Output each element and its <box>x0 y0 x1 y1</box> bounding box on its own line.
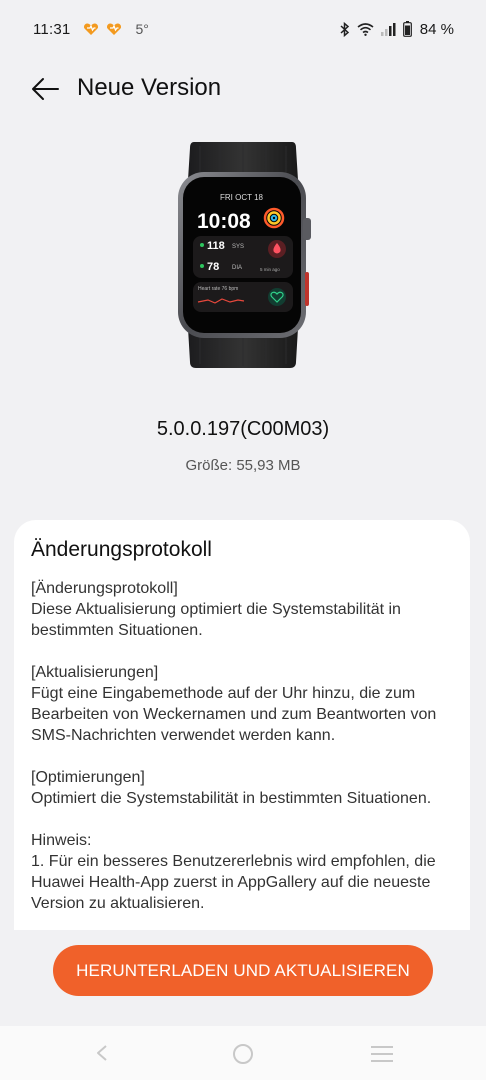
download-size: Größe: 55,93 MB <box>185 457 301 474</box>
nav-menu-icon[interactable] <box>370 1045 394 1063</box>
app-notification-icon <box>107 23 122 35</box>
app-notification-icon <box>84 23 99 35</box>
changelog-section: [Aktualisierungen] Fügt eine Eingabemeth… <box>31 664 437 744</box>
nav-back-icon[interactable] <box>93 1044 111 1062</box>
version-number: 5.0.0.197(C00M03) <box>156 418 330 440</box>
watch-sys-unit: SYS <box>232 244 244 250</box>
battery-percentage: 84 % <box>419 20 454 38</box>
status-time: 11:31 <box>33 20 71 38</box>
changelog-body: [Änderungsprotokoll] Diese Aktualisierun… <box>31 578 459 930</box>
app-header: Neue Version <box>0 64 486 114</box>
changelog-title: Änderungsprotokoll <box>31 538 212 561</box>
watch-ago: 5 min ago <box>260 267 280 272</box>
download-update-button[interactable]: HERUNTERLADEN UND AKTUALISIEREN <box>53 945 433 996</box>
wifi-icon <box>357 23 374 36</box>
battery-icon <box>402 21 412 37</box>
bluetooth-icon <box>340 21 349 37</box>
status-bar: 11:31 5° 84 % <box>0 0 486 58</box>
watch-dia-value: 78 <box>207 261 219 273</box>
watch-sys-value: 118 <box>207 240 225 252</box>
watch-heart-rate: Heart rate 76 bpm <box>198 286 238 292</box>
watch-date: FRI OCT 18 <box>220 193 264 202</box>
nav-home-icon[interactable] <box>232 1043 254 1065</box>
page-title: Neue Version <box>77 74 222 101</box>
watch-dia-unit: DIA <box>232 265 242 271</box>
arrow-left-icon[interactable] <box>30 76 62 102</box>
smartwatch-image: FRI OCT 18 10:08 118 SYS 78 DIA 5 min ag… <box>178 142 311 368</box>
changelog-section: [Optimierungen] Optimiert die Systemstab… <box>31 769 432 807</box>
changelog-card[interactable]: Änderungsprotokoll [Änderungsprotokoll] … <box>14 520 470 930</box>
changelog-section: [Änderungsprotokoll] Diese Aktualisierun… <box>31 580 401 639</box>
watch-time: 10:08 <box>197 210 251 233</box>
changelog-section: Hinweis: 1. Für ein besseres Benutzererl… <box>31 832 436 912</box>
system-nav-bar <box>0 1026 486 1080</box>
status-temperature: 5° <box>135 21 149 37</box>
signal-icon <box>380 22 396 36</box>
